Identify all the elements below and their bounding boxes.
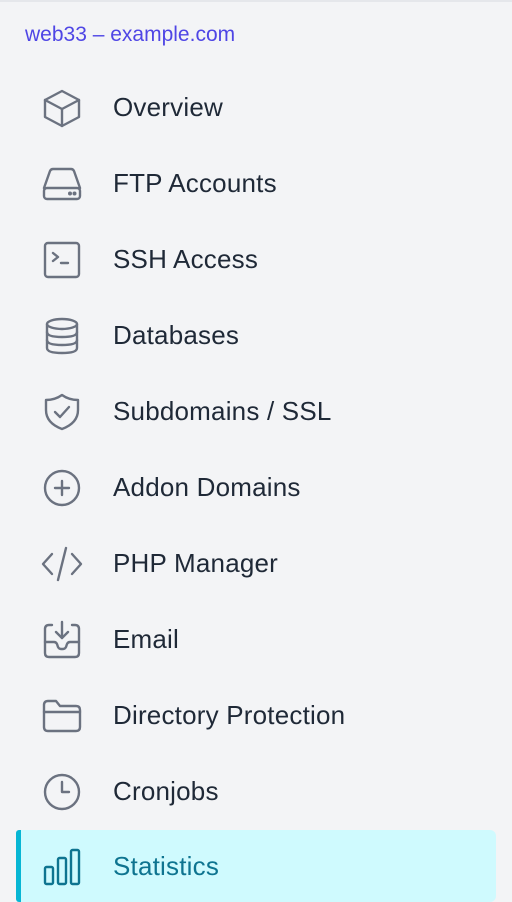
- nav-item-label: Email: [113, 624, 180, 654]
- nav-item-directory-protection[interactable]: Directory Protection: [16, 679, 496, 751]
- nav-item-label: Subdomains / SSL: [113, 396, 332, 426]
- plus-circle-icon: [41, 468, 83, 508]
- nav-item-ftp-accounts[interactable]: FTP Accounts: [16, 147, 496, 219]
- nav-item-ssh-access[interactable]: SSH Access: [16, 223, 496, 295]
- folder-icon: [41, 696, 83, 736]
- nav-item-label: Directory Protection: [113, 700, 346, 730]
- database-icon: [41, 316, 83, 356]
- code-icon: [41, 544, 83, 584]
- nav-item-label: SSH Access: [113, 244, 259, 274]
- nav-item-label: Statistics: [113, 851, 220, 881]
- inbox-download-icon: [41, 620, 83, 660]
- nav-item-label: PHP Manager: [113, 548, 279, 578]
- terminal-icon: [41, 240, 83, 280]
- nav-item-databases[interactable]: Databases: [16, 299, 496, 371]
- nav-item-label: Overview: [113, 92, 223, 122]
- nav-item-label: FTP Accounts: [113, 168, 277, 198]
- nav-item-label: Databases: [113, 320, 240, 350]
- nav-item-email[interactable]: Email: [16, 603, 496, 675]
- nav-item-label: Addon Domains: [113, 472, 301, 502]
- nav-item-subdomains-ssl[interactable]: Subdomains / SSL: [16, 375, 496, 447]
- clock-icon: [41, 772, 83, 812]
- nav-item-addon-domains[interactable]: Addon Domains: [16, 451, 496, 523]
- nav-item-overview[interactable]: Overview: [16, 71, 496, 143]
- nav-item-statistics[interactable]: Statistics: [16, 830, 496, 902]
- nav-item-cronjobs[interactable]: Cronjobs: [16, 755, 496, 827]
- hard-drive-icon: [41, 164, 83, 204]
- bar-chart-icon: [41, 847, 83, 887]
- nav-item-label: Cronjobs: [113, 776, 219, 806]
- site-title[interactable]: web33 – example.com: [25, 20, 235, 50]
- top-divider: [0, 0, 512, 2]
- cube-icon: [41, 88, 83, 128]
- shield-check-icon: [41, 392, 83, 432]
- nav-item-php-manager[interactable]: PHP Manager: [16, 527, 496, 599]
